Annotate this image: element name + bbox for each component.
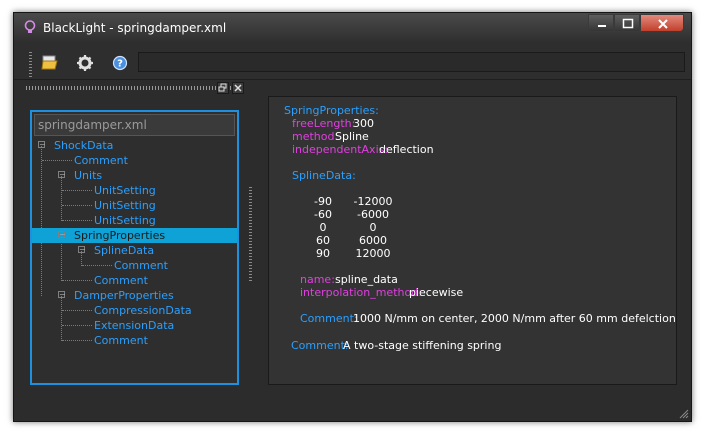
tree-item-label: ShockData <box>54 139 114 152</box>
toolbar-grip[interactable] <box>29 52 32 78</box>
tree-header: springdamper.xml <box>34 114 235 136</box>
toolbar-field[interactable] <box>138 52 685 72</box>
lightbulb-icon <box>24 20 36 33</box>
tree-item-comment[interactable]: Comment <box>32 153 237 168</box>
attr-value: spline_data <box>335 273 398 286</box>
tree-item-compressiondata[interactable]: CompressionData <box>32 303 237 318</box>
tree-item-label: SplineData <box>94 244 155 257</box>
spline-heading: SplineData: <box>292 169 356 182</box>
gear-icon <box>77 55 93 71</box>
collapse-icon[interactable]: − <box>58 291 66 299</box>
spline-x: 60 <box>316 234 330 247</box>
dock-title-bar[interactable] <box>26 86 241 90</box>
tree-item-label: Comment <box>94 274 148 287</box>
details-heading: SpringProperties: <box>284 104 379 117</box>
attr-key: freeLength: <box>292 117 356 130</box>
tree-item-label: SpringProperties <box>74 229 166 242</box>
attr-value: Spline <box>335 130 369 143</box>
close-icon <box>658 19 668 29</box>
tree-item-springproperties[interactable]: − SpringProperties <box>32 228 237 243</box>
collapse-icon[interactable]: − <box>38 141 46 149</box>
app-window: BlackLight - springdamper.xml ? springda… <box>13 12 692 422</box>
tree-item-comment[interactable]: Comment <box>32 258 237 273</box>
dock-float-button[interactable] <box>217 82 229 94</box>
tree-item-shockdata[interactable]: − ShockData <box>32 138 237 153</box>
tree-item-label: Comment <box>114 259 168 272</box>
open-file-button[interactable] <box>40 52 62 74</box>
tree-item-label: CompressionData <box>94 304 192 317</box>
tree-item-label: Comment <box>74 154 128 167</box>
tree-item-label: DamperProperties <box>74 289 174 302</box>
details-panel: SpringProperties: freeLength: 300 method… <box>268 96 677 385</box>
svg-text:?: ? <box>117 59 123 70</box>
spline-x: 0 <box>319 221 327 234</box>
tree-item-label: ExtensionData <box>94 319 175 332</box>
attr-value: 300 <box>353 117 374 130</box>
maximize-button[interactable] <box>614 14 640 32</box>
spline-y: 6000 <box>359 234 387 247</box>
tree-panel: springdamper.xml − ShockData Comment − U… <box>30 110 239 385</box>
minimize-button[interactable] <box>588 14 614 32</box>
collapse-icon[interactable]: − <box>78 246 86 254</box>
open-folder-icon <box>41 55 58 70</box>
attr-value: deflection <box>379 143 434 156</box>
tree-item-unitsetting[interactable]: UnitSetting <box>32 183 237 198</box>
spline-y: 12000 <box>355 247 391 260</box>
tree-connector <box>62 205 92 206</box>
close-icon <box>234 84 242 92</box>
tree-connector <box>62 325 92 326</box>
spline-x: 90 <box>316 247 330 260</box>
float-icon <box>218 83 227 92</box>
help-button[interactable]: ? <box>109 52 131 74</box>
settings-button[interactable] <box>74 52 96 74</box>
minimize-icon <box>598 25 606 27</box>
tree-connector <box>62 190 92 191</box>
tree-item-comment[interactable]: Comment <box>32 333 237 348</box>
window-title: BlackLight - springdamper.xml <box>43 21 227 35</box>
attr-value: piecewise <box>409 286 464 299</box>
tree-item-unitsetting[interactable]: UnitSetting <box>32 198 237 213</box>
maximize-icon <box>622 18 634 29</box>
tree-connector <box>62 220 92 221</box>
tree-item-comment[interactable]: Comment <box>32 273 237 288</box>
tree-item-splinedata[interactable]: − SplineData <box>32 243 237 258</box>
tree-connector <box>42 160 72 161</box>
attr-key: name: <box>300 273 335 286</box>
comment-key: Comment: <box>300 312 358 325</box>
spline-y: -6000 <box>357 208 389 221</box>
attr-key: method: <box>292 130 339 143</box>
tree-connector <box>62 310 92 311</box>
comment-key: Comment: <box>291 339 349 352</box>
tree-item-label: UnitSetting <box>94 184 156 197</box>
comment-value: A two-stage stiffening spring <box>343 339 502 352</box>
panel-splitter[interactable] <box>249 187 252 283</box>
spline-x: -60 <box>314 208 332 221</box>
tree-connector <box>82 265 112 266</box>
title-bar[interactable]: BlackLight - springdamper.xml <box>14 13 691 43</box>
help-icon: ? <box>112 55 128 71</box>
comment-value: 1000 N/mm on center, 2000 N/mm after 60 … <box>353 312 676 325</box>
resize-grip-icon[interactable] <box>679 409 689 419</box>
spline-x: -90 <box>314 195 332 208</box>
attr-key: independentAxis: <box>292 143 389 156</box>
spline-y: 0 <box>369 221 377 234</box>
collapse-icon[interactable]: − <box>58 231 66 239</box>
tree-item-label: Comment <box>94 334 148 347</box>
tree-item-label: UnitSetting <box>94 214 156 227</box>
close-button[interactable] <box>640 14 684 32</box>
dock-close-button[interactable] <box>232 82 244 94</box>
tree-item-extensiondata[interactable]: ExtensionData <box>32 318 237 333</box>
tree-item-damperproperties[interactable]: − DamperProperties <box>32 288 237 303</box>
tree-item-unitsetting[interactable]: UnitSetting <box>32 213 237 228</box>
tree-connector <box>62 280 92 281</box>
collapse-icon[interactable]: − <box>58 171 66 179</box>
tree-connector <box>62 340 92 341</box>
tree-item-label: UnitSetting <box>94 199 156 212</box>
tree-item-units[interactable]: − Units <box>32 168 237 183</box>
spline-y: -12000 <box>353 195 393 208</box>
attr-key: interpolation_method: <box>300 286 422 299</box>
tree-item-label: Units <box>74 169 103 182</box>
